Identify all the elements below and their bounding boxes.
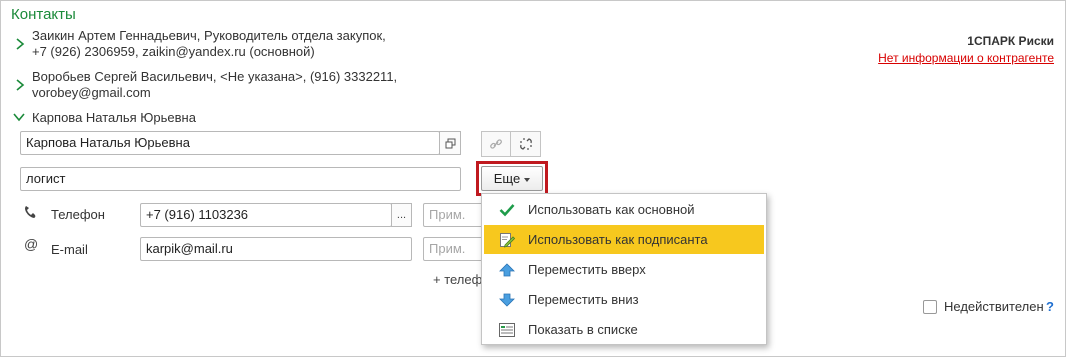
menu-item-label: Переместить вверх — [528, 262, 646, 277]
list-icon — [498, 321, 516, 339]
email-input[interactable]: karpik@mail.ru — [140, 237, 412, 261]
phone-note-input[interactable]: Прим. — [423, 203, 483, 227]
checkmark-icon — [498, 201, 516, 219]
menu-item-label: Использовать как подписанта — [528, 232, 708, 247]
open-window-icon — [445, 138, 455, 148]
menu-item-label: Показать в списке — [528, 322, 638, 337]
help-icon[interactable]: ? — [1046, 299, 1054, 314]
phone-icon — [23, 205, 37, 222]
expand-contact-1-icon[interactable] — [14, 37, 26, 54]
more-menu: Использовать как основной Использовать к… — [481, 193, 767, 345]
email-icon: @ — [24, 236, 39, 252]
contact-3-header[interactable]: Карпова Наталья Юрьевна — [32, 110, 196, 126]
expand-contact-2-icon[interactable] — [14, 78, 26, 95]
phone-ellipsis-button[interactable]: ... — [391, 203, 412, 227]
menu-item-label: Использовать как основной — [528, 202, 695, 217]
menu-item-move-up[interactable]: Переместить вверх — [484, 255, 764, 284]
menu-item-label: Переместить вниз — [528, 292, 639, 307]
sign-document-icon — [498, 231, 516, 249]
open-contact-button[interactable] — [439, 131, 461, 155]
spark-risks-link[interactable]: Нет информации о контрагенте — [878, 51, 1054, 65]
phone-input[interactable]: +7 (916) 1103236 — [140, 203, 392, 227]
collapse-contact-3-icon[interactable] — [12, 111, 26, 126]
spark-risks-title: 1СПАРК Риски — [967, 34, 1054, 48]
email-label: E-mail — [51, 242, 88, 257]
arrow-down-icon — [498, 291, 516, 309]
section-title: Контакты — [11, 6, 76, 23]
link-button[interactable] — [481, 131, 511, 157]
phone-label: Телефон — [51, 207, 105, 222]
menu-item-move-down[interactable]: Переместить вниз — [484, 285, 764, 314]
inactive-checkbox[interactable] — [923, 300, 937, 314]
contact-1-line1[interactable]: Заикин Артем Геннадьевич, Руководитель о… — [32, 28, 386, 44]
unlink-button[interactable] — [511, 131, 541, 157]
menu-item-use-as-signer[interactable]: Использовать как подписанта — [484, 225, 764, 254]
menu-item-show-in-list[interactable]: Показать в списке — [484, 315, 764, 344]
menu-item-use-as-main[interactable]: Использовать как основной — [484, 195, 764, 224]
arrow-up-icon — [498, 261, 516, 279]
dropdown-caret-icon — [524, 177, 531, 182]
contact-2-line1[interactable]: Воробьев Сергей Васильевич, <Не указана>… — [32, 69, 397, 85]
inactive-label[interactable]: Недействителен — [944, 299, 1044, 315]
link-buttons-group — [481, 131, 541, 157]
contact-name-input[interactable]: Карпова Наталья Юрьевна — [20, 131, 440, 155]
contact-position-input[interactable]: логист — [20, 167, 461, 191]
add-phone-link[interactable]: + телеф — [433, 272, 482, 288]
more-button[interactable]: Еще — [481, 166, 543, 191]
more-button-label: Еще — [493, 171, 521, 186]
contact-1-line2[interactable]: +7 (926) 2306959, zaikin@yandex.ru (осно… — [32, 44, 315, 60]
link-icon — [490, 139, 502, 149]
contact-2-line2[interactable]: vorobey@gmail.com — [32, 85, 151, 101]
email-note-input[interactable]: Прим. — [423, 237, 483, 261]
unlink-icon — [519, 138, 532, 150]
